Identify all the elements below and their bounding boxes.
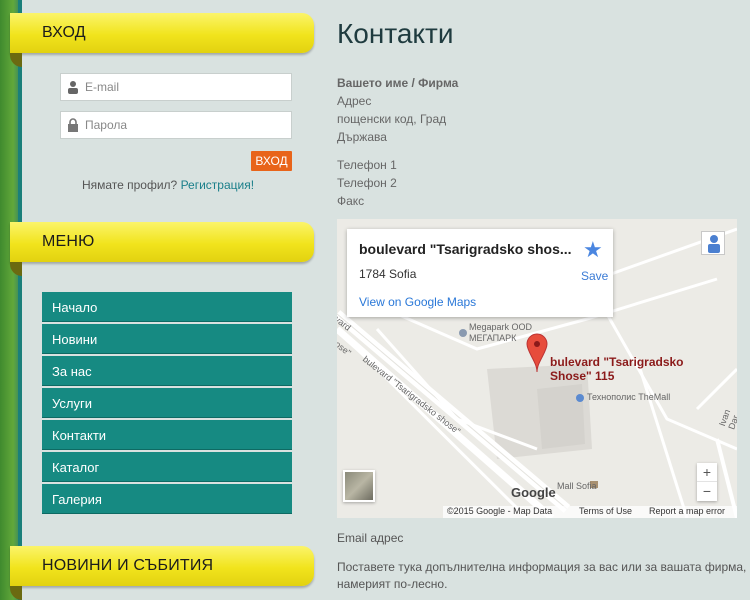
register-link[interactable]: Регистрация! xyxy=(181,178,254,192)
decorative-strip xyxy=(0,0,22,600)
menu-title: МЕНЮ xyxy=(42,233,95,250)
page-title: Контакти xyxy=(337,18,454,49)
address-block: Вашето име / Фирма Адрес пощенски код, Г… xyxy=(337,74,458,146)
poi-icon xyxy=(459,329,467,337)
map-place-line2: Shose" 115 xyxy=(550,369,615,383)
terms-link[interactable]: Terms of Use xyxy=(579,506,632,516)
company-name: Вашето име / Фирма xyxy=(337,76,459,90)
menu-item-contacts[interactable]: Контакти xyxy=(42,420,292,450)
info-card-subtitle: 1784 Sofia xyxy=(359,267,417,281)
address-country: Държава xyxy=(337,130,387,144)
address-postal: пощенски код, Град xyxy=(337,112,447,126)
info-card-title: boulevard "Tsarigradsko shos... xyxy=(359,241,572,257)
extra-info: Поставете тука допълнителна информация з… xyxy=(337,560,747,591)
google-map[interactable]: Megapark OOD МЕГАПАРК Технополис TheMall… xyxy=(337,219,737,518)
menu-item-services[interactable]: Услуги xyxy=(42,388,292,418)
phone-2: Телефон 2 xyxy=(337,176,397,190)
zoom-in-button[interactable]: + xyxy=(697,463,717,482)
login-title: ВХОД xyxy=(42,24,86,41)
map-place-label: bulevard "Tsarigradsko Shose" 115 xyxy=(550,355,684,383)
no-profile-text: Нямате профил? xyxy=(81,178,178,192)
zoom-control: + − xyxy=(697,463,717,501)
menu-header: МЕНЮ xyxy=(10,222,314,276)
star-icon[interactable]: ★ xyxy=(583,237,603,263)
google-logo: Google xyxy=(511,485,556,500)
menu-item-home[interactable]: Начало xyxy=(42,292,292,322)
menu-item-catalog[interactable]: Каталог xyxy=(42,452,292,482)
lock-icon xyxy=(68,118,78,132)
no-profile-line: Нямате профил? Регистрация! xyxy=(22,178,314,192)
email-field[interactable] xyxy=(60,73,292,101)
fax: Факс xyxy=(337,194,365,208)
save-button[interactable]: Save xyxy=(581,269,608,283)
menu-item-news[interactable]: Новини xyxy=(42,324,292,354)
map-info-card: boulevard "Tsarigradsko shos... 1784 Sof… xyxy=(347,229,613,317)
satellite-toggle[interactable] xyxy=(343,470,375,502)
map-attribution: ©2015 Google - Map Data Terms of Use Rep… xyxy=(443,506,737,518)
login-button[interactable]: ВХОД xyxy=(251,151,292,171)
map-label-megapark-cyr: МЕГАПАРК xyxy=(469,333,517,343)
sidebar: ВХОД ВХОД Нямате профил? Регистрация! МЕ… xyxy=(10,0,314,600)
zoom-out-button[interactable]: − xyxy=(697,482,717,501)
map-place-line1: bulevard "Tsarigradsko xyxy=(550,355,684,369)
menu-item-gallery[interactable]: Галерия xyxy=(42,484,292,514)
poi-icon xyxy=(576,394,584,402)
pegman-icon xyxy=(708,235,720,253)
menu-item-about[interactable]: За нас xyxy=(42,356,292,386)
report-error-link[interactable]: Report a map error xyxy=(649,506,725,516)
map-label-mall-sofia: Mall Sofia xyxy=(557,481,597,491)
phone-1: Телефон 1 xyxy=(337,158,397,172)
password-input[interactable] xyxy=(85,116,285,134)
email-address: Email адрес xyxy=(337,531,404,545)
address-street: Адрес xyxy=(337,94,372,108)
main-menu: Начало Новини За нас Услуги Контакти Кат… xyxy=(42,292,292,516)
attribution-data: ©2015 Google - Map Data xyxy=(447,506,553,516)
street-view-pegman[interactable] xyxy=(701,231,725,255)
view-on-google-maps-link[interactable]: View on Google Maps xyxy=(359,295,476,309)
map-label-technopolis: Технополис TheMall xyxy=(587,392,671,402)
news-title: НОВИНИ И СЪБИТИЯ xyxy=(42,557,214,574)
password-field[interactable] xyxy=(60,111,292,139)
map-label-megapark: Megapark OOD xyxy=(469,322,533,332)
user-icon xyxy=(68,81,78,94)
news-header: НОВИНИ И СЪБИТИЯ xyxy=(10,546,314,600)
login-header: ВХОД xyxy=(10,13,314,67)
phone-block: Телефон 1 Телефон 2 Факс xyxy=(337,156,397,210)
email-input[interactable] xyxy=(85,78,285,96)
